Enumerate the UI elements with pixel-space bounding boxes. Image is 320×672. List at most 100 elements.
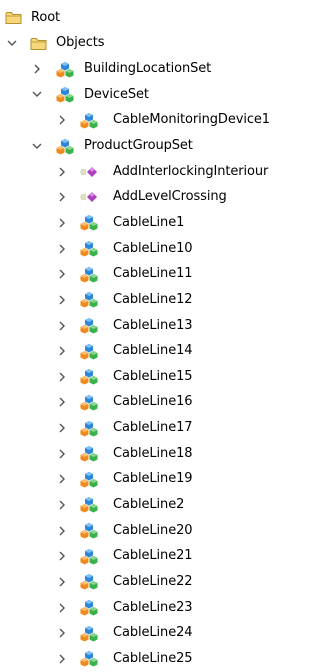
component-cube-icon bbox=[80, 445, 98, 463]
component-cube-icon bbox=[80, 240, 98, 258]
tree-node-cableline21[interactable]: CableLine21 bbox=[0, 543, 284, 569]
component-cube-icon bbox=[80, 368, 98, 386]
tree-node-cableline1[interactable]: CableLine1 bbox=[0, 210, 284, 236]
component-cube-icon bbox=[80, 265, 98, 283]
tree-node-cableline14[interactable]: CableLine14 bbox=[0, 338, 284, 364]
folder-icon bbox=[29, 34, 47, 52]
component-cube-icon bbox=[80, 650, 98, 668]
chevron-right-icon[interactable] bbox=[55, 165, 69, 179]
tree-node-addinterlockinginteriour[interactable]: AddInterlockingInteriour bbox=[0, 159, 284, 185]
tree-node-label: DeviceSet bbox=[84, 86, 149, 102]
tree-node-label: CableLine15 bbox=[113, 368, 193, 384]
component-cube-icon bbox=[56, 137, 74, 155]
chevron-right-icon[interactable] bbox=[55, 370, 69, 384]
tree-node-cableline18[interactable]: CableLine18 bbox=[0, 441, 284, 467]
tree-node-cableline19[interactable]: CableLine19 bbox=[0, 467, 284, 493]
tree-node-label: CableLine11 bbox=[113, 266, 193, 282]
tree-node-cableline16[interactable]: CableLine16 bbox=[0, 390, 284, 416]
component-cube-icon bbox=[80, 470, 98, 488]
chevron-down-icon[interactable] bbox=[5, 36, 19, 50]
tree-node-label: Root bbox=[31, 9, 61, 25]
chevron-right-icon[interactable] bbox=[30, 62, 44, 76]
tree-node-productgroupset[interactable]: ProductGroupSet bbox=[0, 133, 284, 159]
chevron-right-icon[interactable] bbox=[55, 549, 69, 563]
tree-node-buildinglocationset[interactable]: BuildingLocationSet bbox=[0, 56, 284, 82]
chevron-right-icon[interactable] bbox=[55, 319, 69, 333]
tree-node-cableline13[interactable]: CableLine13 bbox=[0, 313, 284, 339]
tree-node-label: CableLine18 bbox=[113, 445, 193, 461]
tree-node-label: CableLine23 bbox=[113, 599, 193, 615]
tree-node-label: CableLine22 bbox=[113, 573, 193, 589]
chevron-right-icon[interactable] bbox=[55, 601, 69, 615]
tree-node-cableline12[interactable]: CableLine12 bbox=[0, 287, 284, 313]
chevron-down-icon[interactable] bbox=[30, 88, 44, 102]
tree-node-label: CableLine12 bbox=[113, 291, 193, 307]
tree-node-label: BuildingLocationSet bbox=[84, 61, 212, 77]
chevron-right-icon[interactable] bbox=[55, 575, 69, 589]
chevron-right-icon[interactable] bbox=[55, 190, 69, 204]
component-cube-icon bbox=[80, 573, 98, 591]
chevron-right-icon[interactable] bbox=[55, 626, 69, 640]
component-cube-icon bbox=[80, 522, 98, 540]
tree-node-addlevelcrossing[interactable]: AddLevelCrossing bbox=[0, 184, 284, 210]
tree-node-label: CableLine17 bbox=[113, 420, 193, 436]
tree-node-label: CableLine13 bbox=[113, 317, 193, 333]
tree-node-cableline15[interactable]: CableLine15 bbox=[0, 364, 284, 390]
tree-node-cableline10[interactable]: CableLine10 bbox=[0, 236, 284, 262]
chevron-right-icon[interactable] bbox=[55, 113, 69, 127]
component-cube-icon bbox=[80, 624, 98, 642]
tree-node-label: CableLine21 bbox=[113, 548, 193, 564]
component-cube-icon bbox=[80, 317, 98, 335]
chevron-right-icon[interactable] bbox=[55, 498, 69, 512]
chevron-right-icon[interactable] bbox=[55, 395, 69, 409]
tree-node-cableline20[interactable]: CableLine20 bbox=[0, 518, 284, 544]
component-cube-icon bbox=[80, 214, 98, 232]
chevron-right-icon[interactable] bbox=[55, 216, 69, 230]
tree-node-cablemonitoringdevice1[interactable]: CableMonitoringDevice1 bbox=[0, 108, 284, 134]
tree-node-cableline17[interactable]: CableLine17 bbox=[0, 415, 284, 441]
component-cube-icon bbox=[80, 547, 98, 565]
chevron-right-icon[interactable] bbox=[55, 421, 69, 435]
chevron-right-icon[interactable] bbox=[55, 652, 69, 666]
method-gem-icon bbox=[80, 163, 98, 181]
chevron-down-icon[interactable] bbox=[30, 139, 44, 153]
component-cube-icon bbox=[80, 291, 98, 309]
tree-node-label: ProductGroupSet bbox=[84, 138, 193, 154]
component-cube-icon bbox=[80, 496, 98, 514]
tree-node-cableline23[interactable]: CableLine23 bbox=[0, 595, 284, 621]
chevron-right-icon[interactable] bbox=[55, 267, 69, 281]
folder-icon bbox=[4, 9, 22, 27]
tree-node-cableline24[interactable]: CableLine24 bbox=[0, 620, 284, 646]
component-cube-icon bbox=[80, 393, 98, 411]
method-gem-icon bbox=[80, 188, 98, 206]
component-cube-icon bbox=[80, 419, 98, 437]
tree-node-label: CableLine16 bbox=[113, 394, 193, 410]
tree-node-label: CableLine19 bbox=[113, 471, 193, 487]
chevron-right-icon[interactable] bbox=[55, 524, 69, 538]
tree-node-objects[interactable]: Objects bbox=[0, 31, 284, 57]
tree-node-label: AddInterlockingInteriour bbox=[113, 163, 269, 179]
chevron-right-icon[interactable] bbox=[55, 293, 69, 307]
tree-node-label: CableLine1 bbox=[113, 214, 185, 230]
tree-node-label: CableLine24 bbox=[113, 625, 193, 641]
chevron-right-icon[interactable] bbox=[55, 242, 69, 256]
tree-node-label: CableLine10 bbox=[113, 240, 193, 256]
tree-node-root[interactable]: Root bbox=[0, 5, 284, 31]
component-cube-icon bbox=[56, 86, 74, 104]
object-tree: Root Objects BuildingLocationSet DeviceSe… bbox=[0, 5, 284, 672]
tree-node-label: CableLine25 bbox=[113, 650, 193, 666]
tree-node-deviceset[interactable]: DeviceSet bbox=[0, 82, 284, 108]
tree-node-cableline25[interactable]: CableLine25 bbox=[0, 646, 284, 672]
chevron-right-icon[interactable] bbox=[55, 447, 69, 461]
tree-node-cableline22[interactable]: CableLine22 bbox=[0, 569, 284, 595]
component-cube-icon bbox=[80, 599, 98, 617]
chevron-right-icon[interactable] bbox=[55, 344, 69, 358]
component-cube-icon bbox=[80, 342, 98, 360]
tree-node-cableline2[interactable]: CableLine2 bbox=[0, 492, 284, 518]
tree-node-label: CableLine2 bbox=[113, 496, 185, 512]
tree-node-label: CableMonitoringDevice1 bbox=[113, 112, 270, 128]
tree-node-label: Objects bbox=[56, 35, 105, 51]
tree-node-cableline11[interactable]: CableLine11 bbox=[0, 261, 284, 287]
component-cube-icon bbox=[80, 111, 98, 129]
chevron-right-icon[interactable] bbox=[55, 472, 69, 486]
